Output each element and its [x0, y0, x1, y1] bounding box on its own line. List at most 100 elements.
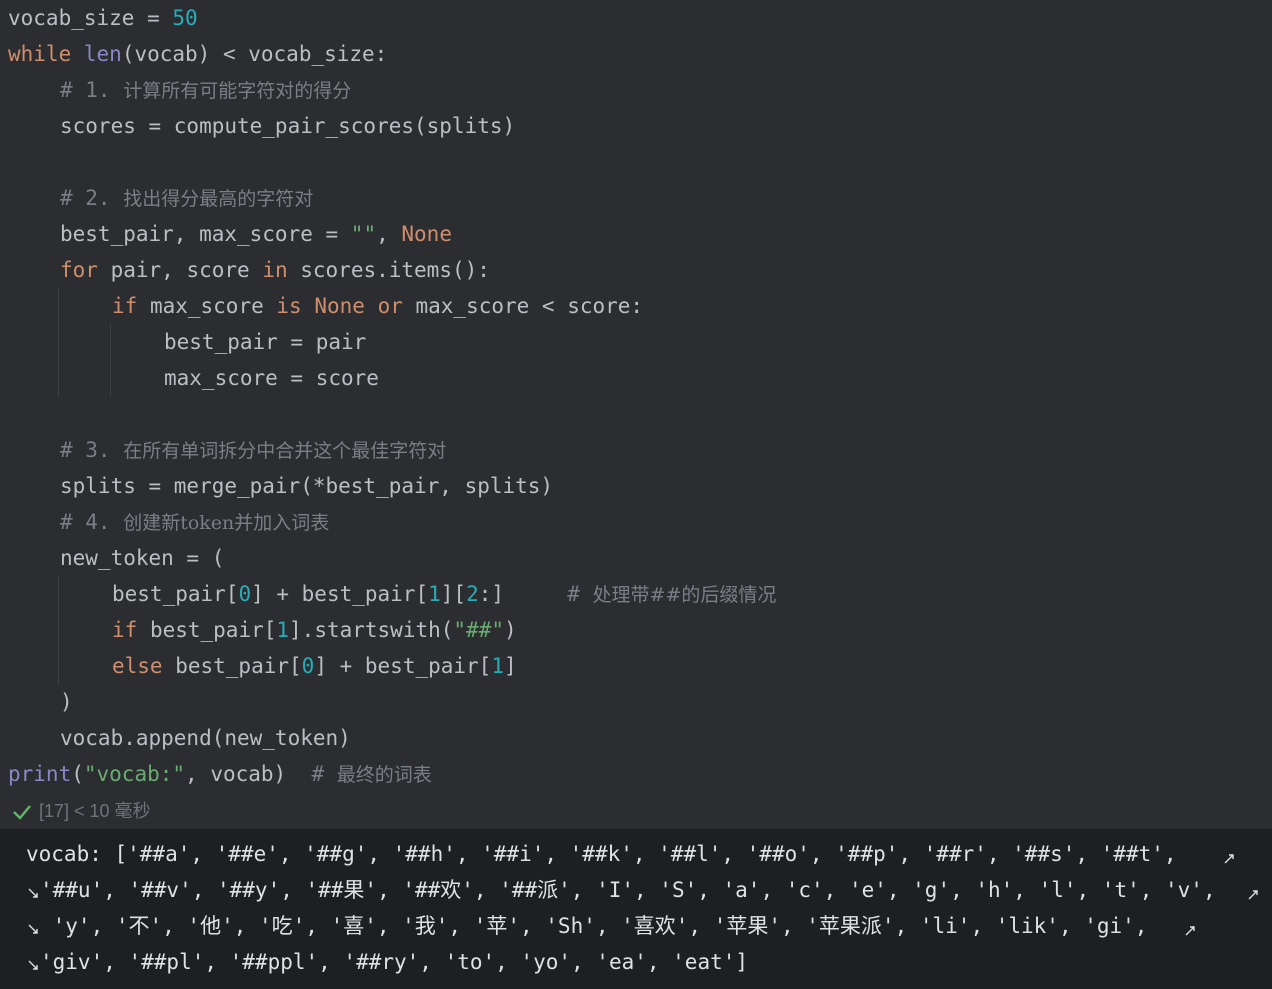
number-literal: 1 [276, 618, 290, 642]
code-line-20: ) [60, 684, 73, 720]
comment: # 4. [60, 510, 124, 534]
code-line-2: while len(vocab) < vocab_size: [8, 36, 387, 72]
code-text: max_score [137, 294, 277, 318]
code-text: pair, score [97, 258, 263, 282]
code-text: , vocab) [185, 762, 312, 786]
code-editor[interactable]: vocab_size = 50 while len(vocab) < vocab… [0, 0, 1272, 829]
comment: 最终的词表 [336, 764, 432, 786]
indent-guide [58, 576, 59, 684]
code-text: vocab_size = [8, 6, 173, 30]
code-line-4: scores = compute_pair_scores(splits) [60, 108, 515, 144]
code-line-11: max_score = score [164, 360, 379, 396]
comment: 在所有单词拆分中合并这个最佳字符对 [123, 440, 447, 462]
code-line-9: if max_score is None or max_score < scor… [112, 288, 643, 324]
code-line-16: new_token = ( [60, 540, 224, 576]
code-text: ] + best_pair[ [251, 582, 429, 606]
code-text: ( [71, 762, 84, 786]
soft-wrap-continue-icon [26, 887, 40, 901]
builtin: print [8, 762, 72, 786]
indent-guide [110, 324, 111, 396]
code-line-3: # 1. 计算所有可能字符对的得分 [60, 72, 351, 108]
code-line-6: # 2. 找出得分最高的字符对 [60, 180, 313, 216]
number-literal: 50 [172, 6, 198, 30]
comment: 计算所有可能字符对的得分 [123, 80, 352, 102]
code-text: best_pair[ [137, 618, 277, 642]
keyword: is [276, 294, 302, 318]
code-line-22: print("vocab:", vocab) # 最终的词表 [8, 756, 432, 792]
code-line-13: # 3. 在所有单词拆分中合并这个最佳字符对 [60, 432, 446, 468]
output-line-1: vocab: ['##a', '##e', '##g', '##h', '##i… [26, 842, 1177, 866]
comment: # 2. [60, 186, 124, 210]
keyword: for [60, 258, 98, 282]
output-line-4: 'giv', '##pl', '##ppl', '##ry', 'to', 'y… [40, 950, 749, 974]
soft-wrap-icon [1183, 923, 1197, 937]
keyword: in [262, 258, 288, 282]
code-text: , [376, 222, 402, 246]
number-literal: 2 [466, 582, 479, 606]
string-literal: "##" [453, 618, 504, 642]
code-line-15: # 4. 创建新token并加入词表 [60, 504, 329, 540]
code-text: max_score = score [164, 366, 379, 390]
execution-status: [17] < 10 毫秒 [0, 794, 1272, 829]
comment: # 3. [60, 438, 124, 462]
output-line-2: '##u', '##v', '##y', '##果', '##欢', '##派'… [40, 878, 1216, 902]
soft-wrap-icon [1246, 887, 1260, 901]
code-line-8: for pair, score in scores.items(): [60, 252, 490, 288]
output-line-3: 'y', '不', '他', '吃', '喜', '我', '苹', 'Sh',… [40, 914, 1148, 938]
code-line-19: else best_pair[0] + best_pair[1] [112, 648, 517, 684]
indent-guide [58, 288, 59, 396]
string-literal: "vocab:" [83, 762, 186, 786]
code-text: ) [60, 690, 73, 714]
code-text: :] [478, 582, 505, 606]
comment: # [504, 582, 593, 606]
code-line-14: splits = merge_pair(*best_pair, splits) [60, 468, 553, 504]
code-text: best_pair[ [112, 582, 239, 606]
code-line-7: best_pair, max_score = "", None [60, 216, 452, 252]
comment: # [311, 762, 337, 786]
code-line-1: vocab_size = 50 [8, 0, 198, 36]
code-text: max_score < score: [402, 294, 644, 318]
cell-output[interactable]: vocab: ['##a', '##e', '##g', '##h', '##i… [0, 829, 1272, 989]
keyword: None [314, 294, 365, 318]
keyword: while [8, 42, 72, 66]
builtin: len [83, 42, 122, 66]
code-text: ] [503, 654, 517, 678]
string-literal: "" [350, 222, 377, 246]
keyword: if [112, 618, 138, 642]
code-line-10: best_pair = pair [164, 324, 366, 360]
code-text: ] + best_pair[ [314, 654, 492, 678]
code-text: scores.items(): [287, 258, 490, 282]
code-text: best_pair = pair [164, 330, 367, 354]
number-literal: 0 [238, 582, 252, 606]
comment: 处理带##的后缀情况 [592, 584, 777, 606]
comment: 找出得分最高的字符对 [123, 188, 314, 210]
soft-wrap-continue-icon [26, 959, 40, 973]
code-text: vocab.append(new_token) [60, 726, 351, 750]
keyword: None [401, 222, 452, 246]
number-literal: 1 [428, 582, 441, 606]
keyword: or [377, 294, 403, 318]
code-text: best_pair[ [162, 654, 302, 678]
code-line-21: vocab.append(new_token) [60, 720, 351, 756]
keyword: else [112, 654, 163, 678]
code-text: ].startswith( [289, 618, 454, 642]
code-text: (vocab) < vocab_size: [121, 42, 388, 66]
number-literal: 1 [491, 654, 504, 678]
code-text: scores = compute_pair_scores(splits) [60, 114, 516, 138]
code-line-17: best_pair[0] + best_pair[1][2:] # 处理带##的… [112, 576, 776, 612]
number-literal: 0 [301, 654, 315, 678]
code-line-18: if best_pair[1].startswith("##") [112, 612, 517, 648]
code-text: ][ [440, 582, 467, 606]
code-text: new_token = ( [60, 546, 225, 570]
code-text: best_pair, max_score = [60, 222, 351, 246]
soft-wrap-icon [1222, 851, 1236, 865]
code-text: splits = merge_pair(*best_pair, splits) [60, 474, 554, 498]
keyword: if [112, 294, 138, 318]
comment: 创建新token并加入词表 [123, 512, 330, 534]
code-text: ) [503, 618, 517, 642]
execution-time: [17] < 10 毫秒 [39, 801, 151, 821]
comment: # 1. [60, 78, 124, 102]
